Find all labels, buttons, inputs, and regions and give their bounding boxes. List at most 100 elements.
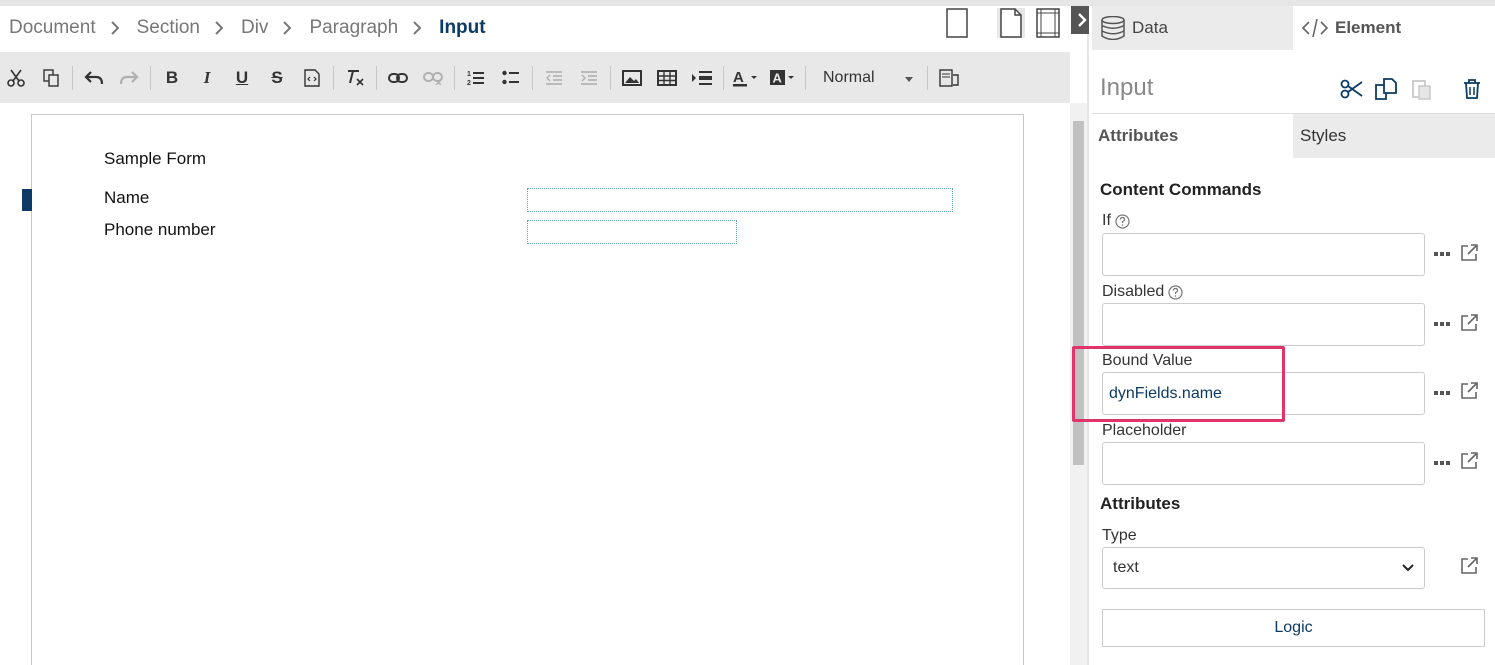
more-options-icon[interactable]: [1433, 249, 1451, 259]
bound-value-label-text: Bound Value: [1102, 352, 1193, 369]
app-window: Document Section Div Paragraph Input B I…: [0, 0, 1495, 665]
type-select[interactable]: text: [1102, 547, 1425, 589]
breadcrumb: Document Section Div Paragraph Input: [0, 6, 1070, 50]
disabled-label-text: Disabled: [1102, 283, 1165, 300]
if-input[interactable]: [1102, 233, 1425, 276]
attribute-style-tabs: Attributes Styles: [1092, 113, 1495, 158]
logic-button[interactable]: Logic: [1102, 609, 1485, 647]
tab-styles[interactable]: Styles: [1293, 114, 1495, 158]
svg-text:A: A: [773, 70, 783, 85]
open-external-icon[interactable]: [1458, 242, 1480, 264]
unlink-icon[interactable]: [419, 63, 447, 93]
toolbar-separator: [927, 65, 928, 90]
clear-format-icon[interactable]: [341, 63, 369, 93]
breadcrumb-div[interactable]: Div: [241, 17, 268, 39]
code-icon: [1301, 18, 1329, 38]
cut-icon[interactable]: [2, 63, 30, 93]
chevron-right-icon: [110, 21, 119, 35]
strikethrough-icon[interactable]: S: [263, 63, 291, 93]
copy-icon[interactable]: [37, 63, 65, 93]
toolbar-separator: [454, 65, 455, 90]
indent-icon[interactable]: [575, 63, 603, 93]
chevron-right-icon: [412, 21, 422, 35]
tab-element[interactable]: Element: [1293, 6, 1495, 50]
insert-row-icon[interactable]: [688, 63, 716, 93]
toolbar-separator: [805, 65, 806, 90]
tab-attributes[interactable]: Attributes: [1092, 114, 1293, 158]
paragraph-style-value: Normal: [823, 68, 875, 86]
element-title: Input: [1100, 74, 1154, 101]
open-external-icon[interactable]: [1458, 450, 1480, 472]
source-icon[interactable]: [298, 63, 326, 93]
paragraph-style-select[interactable]: Normal: [813, 63, 919, 93]
help-icon[interactable]: [1168, 284, 1183, 300]
breadcrumb-document[interactable]: Document: [9, 17, 96, 39]
content-commands-heading: Content Commands: [1100, 180, 1262, 199]
undo-icon[interactable]: [80, 63, 108, 93]
bound-value-input[interactable]: dynFields.name: [1102, 372, 1425, 415]
numbered-list-icon[interactable]: 12: [462, 63, 490, 93]
phone-number-input[interactable]: [527, 220, 737, 244]
breadcrumb-paragraph[interactable]: Paragraph: [309, 17, 398, 39]
type-select-value: text: [1113, 559, 1139, 576]
svg-text:A: A: [733, 69, 744, 86]
placeholder-input[interactable]: [1102, 442, 1425, 485]
redo-icon[interactable]: [115, 63, 143, 93]
more-options-icon[interactable]: [1433, 458, 1451, 468]
outdent-icon[interactable]: [540, 63, 568, 93]
underline-icon[interactable]: U: [228, 63, 256, 93]
toolbar-separator: [333, 65, 334, 90]
attributes-heading: Attributes: [1100, 494, 1181, 513]
more-options-icon[interactable]: [1433, 388, 1451, 398]
svg-text:2: 2: [467, 80, 471, 87]
more-options-icon[interactable]: [1433, 319, 1451, 329]
name-label: Name: [104, 188, 150, 207]
delete-element-icon[interactable]: [1459, 76, 1485, 102]
bound-value-label: Bound Value: [1102, 352, 1192, 370]
placeholder-label-text: Placeholder: [1102, 422, 1187, 439]
italic-icon[interactable]: I: [193, 63, 221, 93]
image-icon[interactable]: [618, 63, 646, 93]
background-color-icon[interactable]: A: [768, 63, 798, 93]
placeholder-field-label: Placeholder: [1102, 422, 1187, 440]
toolbar-separator: [376, 65, 377, 90]
paste-element-icon[interactable]: [1409, 76, 1435, 102]
properties-panel: Data Element Input Attributes Styles Con…: [1089, 6, 1495, 665]
table-icon[interactable]: [653, 63, 681, 93]
page-document-icon[interactable]: [997, 8, 1025, 38]
document-page[interactable]: Sample Form Name Phone number: [31, 114, 1024, 665]
selected-row-marker: [22, 189, 32, 211]
toolbar-separator: [72, 65, 73, 90]
bold-icon[interactable]: B: [158, 63, 186, 93]
copy-element-icon[interactable]: [1373, 76, 1399, 102]
help-icon[interactable]: [1115, 213, 1130, 229]
cut-element-icon[interactable]: [1339, 76, 1365, 102]
bullet-list-icon[interactable]: [497, 63, 525, 93]
if-field-label: If: [1102, 212, 1130, 230]
open-external-icon[interactable]: [1458, 380, 1480, 402]
page-margins-icon[interactable]: [1034, 8, 1062, 38]
database-icon: [1100, 16, 1126, 40]
toolbar-separator: [150, 65, 151, 90]
tab-element-label: Element: [1335, 18, 1402, 37]
tab-data-label: Data: [1132, 18, 1168, 37]
editor-scrollbar-thumb[interactable]: [1073, 121, 1084, 465]
breadcrumb-section[interactable]: Section: [137, 17, 200, 39]
open-external-icon[interactable]: [1458, 555, 1480, 577]
caret-down-icon: [905, 69, 913, 87]
toolbar-separator: [610, 65, 611, 90]
spellcheck-icon[interactable]: [935, 63, 963, 93]
name-input[interactable]: [527, 188, 953, 212]
breadcrumb-input[interactable]: Input: [439, 17, 485, 39]
toolbar-separator: [532, 65, 533, 90]
page-portrait-icon[interactable]: [943, 8, 971, 38]
open-external-icon[interactable]: [1458, 312, 1480, 334]
phone-number-label: Phone number: [104, 220, 216, 239]
disabled-input[interactable]: [1102, 303, 1425, 346]
toolbar-separator: [723, 65, 724, 90]
text-color-icon[interactable]: A: [731, 63, 761, 93]
tab-data[interactable]: Data: [1092, 6, 1293, 50]
link-icon[interactable]: [384, 63, 412, 93]
chevron-down-icon: [1402, 559, 1414, 577]
chevron-right-icon: [282, 21, 292, 35]
